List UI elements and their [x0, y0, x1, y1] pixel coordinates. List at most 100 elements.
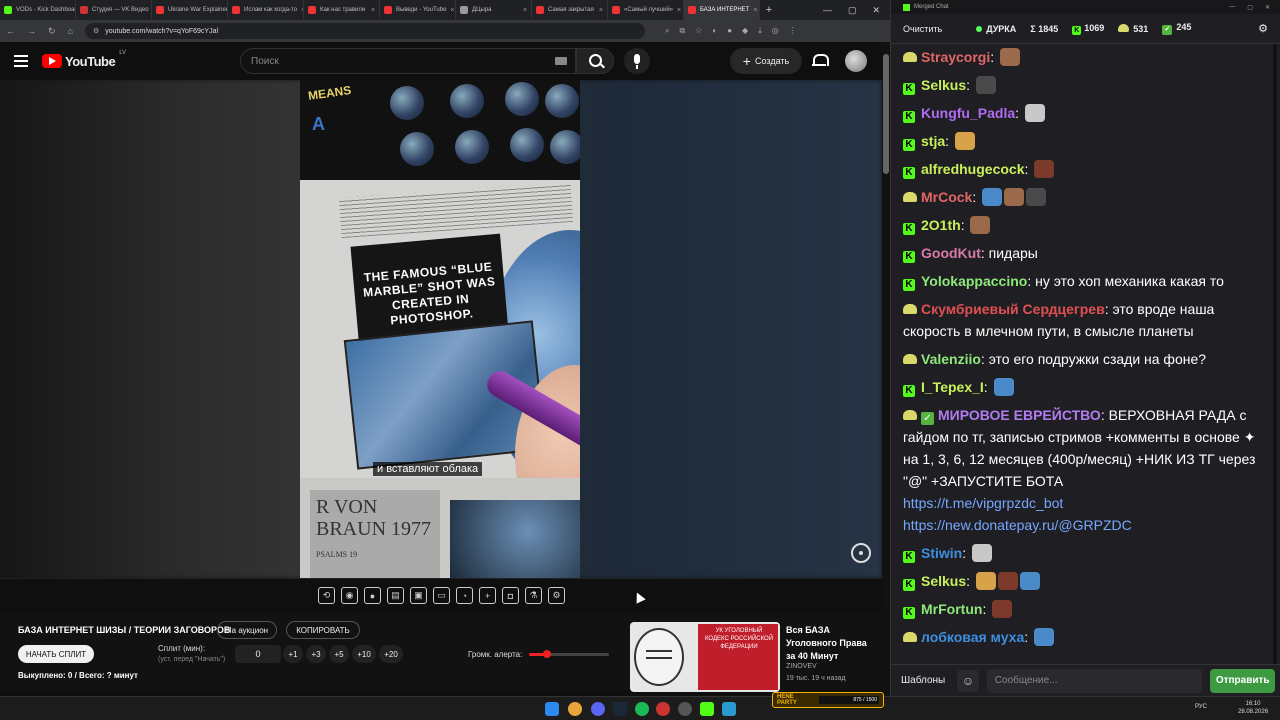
browser-tab[interactable]: Как нас травили × — [304, 0, 380, 20]
steam-icon[interactable] — [613, 702, 627, 716]
home-icon[interactable]: ⌂ — [68, 26, 73, 36]
bookmark-star-icon[interactable]: ☆ — [695, 26, 702, 36]
audio-icon[interactable]: ◉ — [341, 587, 358, 604]
create-button[interactable]: + Создать — [730, 48, 802, 74]
minimize-icon[interactable]: — — [1229, 4, 1235, 11]
maximize-icon[interactable]: ▢ — [848, 5, 857, 16]
install-icon[interactable]: ⧉ — [679, 26, 685, 36]
menu-hamburger-icon[interactable] — [14, 55, 28, 67]
maximize-icon[interactable]: ▢ — [1247, 4, 1253, 11]
chat-username[interactable]: stja — [921, 133, 945, 149]
recommended-channel[interactable]: ZINOVEV — [786, 663, 817, 670]
player-indicator-icon[interactable] — [851, 543, 871, 563]
chat-username[interactable]: Скумбриевый Сердцегрев — [921, 301, 1105, 317]
speed-icon[interactable]: ◔ — [456, 587, 473, 604]
zoom-icon[interactable]: ⌕ — [665, 26, 669, 36]
taskbar-clock[interactable]: 16:10 28.08.2026 — [1238, 700, 1268, 717]
site-info-icon[interactable]: ⚙ — [93, 27, 99, 35]
chat-username[interactable]: GoodKut — [921, 245, 981, 261]
close-icon[interactable]: ✕ — [1265, 4, 1270, 11]
browser-tab[interactable]: Самая закрытая × — [532, 0, 608, 20]
templates-button[interactable]: Шаблоны — [897, 675, 949, 686]
notifications-bell-icon[interactable] — [812, 52, 829, 68]
increment-button[interactable]: +10 — [352, 645, 376, 663]
flask-icon[interactable]: ⚗ — [525, 587, 542, 604]
screenshot-icon[interactable]: ◘ — [502, 587, 519, 604]
copy-button[interactable]: КОПИРОВАТЬ — [286, 621, 360, 639]
video-player[interactable]: MEANS A THE FAMOUS “BLUE MARBLE” SHOT WA… — [0, 80, 882, 578]
browser-tab[interactable]: БАЗА ИНТЕРНЕТ × — [684, 0, 760, 20]
scroll-thumb[interactable] — [883, 54, 889, 174]
chat-username[interactable]: МИРОВОЕ ЕВРЕЙСТВО — [938, 407, 1101, 423]
spotify-icon[interactable] — [635, 702, 649, 716]
browser-tab[interactable]: VODs - Kick Dashboard× — [0, 0, 76, 20]
chat-username[interactable]: 2O1th — [921, 217, 961, 233]
recommended-thumbnail[interactable]: УК УГОЛОВНЫЙ КОДЕКС РОССИЙСКОЙ ФЕДЕРАЦИИ — [630, 622, 780, 692]
settings-gear-icon[interactable]: ⚙ — [1258, 22, 1268, 35]
alert-volume-slider[interactable] — [529, 650, 609, 658]
browser-tab[interactable]: Ukraine War Explained× — [152, 0, 228, 20]
recommended-title[interactable]: Вся БАЗА Уголовного Права за 40 Минут — [786, 624, 876, 663]
chat-username[interactable]: Valenziio — [921, 351, 981, 367]
chat-username[interactable]: I_Tepex_I — [921, 379, 984, 395]
new-tab-button[interactable]: + — [760, 4, 778, 16]
extension-icon[interactable]: ◐ — [712, 26, 717, 36]
extension-icon[interactable]: ● — [727, 26, 732, 36]
start-icon[interactable] — [545, 702, 559, 716]
volume-knob[interactable] — [542, 650, 551, 658]
increment-button[interactable]: +3 — [306, 645, 326, 663]
chat-username[interactable]: Stiwin — [921, 545, 962, 561]
clapper-icon[interactable]: ▤ — [387, 587, 404, 604]
page-scrollbar[interactable] — [882, 42, 890, 694]
message-input[interactable]: Сообщение... — [986, 668, 1203, 693]
add-icon[interactable]: + — [479, 587, 496, 604]
settings-gear-icon[interactable]: ⚙ — [548, 587, 565, 604]
chat-username[interactable]: лобковая муха — [921, 629, 1024, 645]
picture-in-picture-icon[interactable]: ▣ — [410, 587, 427, 604]
avatar[interactable] — [845, 50, 867, 72]
extension-icon[interactable]: ◆ — [742, 26, 748, 36]
send-button[interactable]: Отправить — [1210, 668, 1275, 693]
forward-icon[interactable]: → — [27, 26, 36, 36]
url-field[interactable]: ⚙ youtube.com/watch?v=qYoF69cYJal — [84, 23, 645, 39]
search-button[interactable] — [576, 48, 614, 74]
chat-username[interactable]: Selkus — [921, 573, 966, 589]
chat-username[interactable]: MrCock — [921, 189, 972, 205]
youtube-logo[interactable]: YouTube LV — [42, 50, 126, 69]
menu-kebab-icon[interactable]: ⋮ — [789, 26, 797, 36]
browser-tab[interactable]: Студия — VK Видео× — [76, 0, 152, 20]
voice-search-icon[interactable] — [624, 48, 650, 74]
browser-tab[interactable]: Выведи - YouTube × — [380, 0, 456, 20]
cinema-mode-icon[interactable]: ▭ — [433, 587, 450, 604]
app-icon[interactable] — [656, 702, 670, 716]
increment-button[interactable]: +5 — [329, 645, 349, 663]
obs-icon[interactable] — [678, 702, 692, 716]
start-split-button[interactable]: НАЧАТЬ СПЛИТ — [18, 645, 94, 663]
tab-close-icon[interactable]: × — [677, 7, 681, 14]
record-icon[interactable]: ● — [364, 587, 381, 604]
browser-tab[interactable]: Ислам как когда-то× — [228, 0, 304, 20]
auction-button[interactable]: На аукцион — [217, 621, 277, 639]
chat-username[interactable]: Straycorgi — [921, 49, 990, 65]
tab-close-icon[interactable]: × — [523, 7, 527, 14]
browser-tab[interactable]: «Самый лучший» × — [608, 0, 684, 20]
close-icon[interactable]: ✕ — [872, 5, 880, 16]
chat-link[interactable]: https://t.me/vipgrpzdc_bot — [903, 492, 1261, 514]
clear-button[interactable]: Очистить — [903, 24, 942, 34]
split-minutes-input[interactable]: 0 — [235, 645, 281, 663]
discord-icon[interactable] — [591, 702, 605, 716]
chat-link[interactable]: https://new.donatepay.ru/@GRPZDC — [903, 514, 1261, 536]
keyboard-language[interactable]: РУС — [1195, 704, 1207, 710]
tab-close-icon[interactable]: × — [371, 7, 375, 14]
chat-username[interactable]: Selkus — [921, 77, 966, 93]
back-icon[interactable]: ← — [6, 26, 15, 36]
chat-username[interactable]: alfredhugecock — [921, 161, 1024, 177]
tab-close-icon[interactable]: × — [450, 7, 454, 14]
loop-icon[interactable]: ⟲ — [318, 587, 335, 604]
search-input[interactable]: Поиск — [240, 48, 576, 74]
minimize-icon[interactable]: — — [823, 5, 832, 16]
chat-username[interactable]: MrFortun — [921, 601, 982, 617]
tab-close-icon[interactable]: × — [753, 7, 757, 14]
profile-icon[interactable]: ◎ — [772, 26, 779, 36]
chrome-icon[interactable] — [568, 702, 582, 716]
